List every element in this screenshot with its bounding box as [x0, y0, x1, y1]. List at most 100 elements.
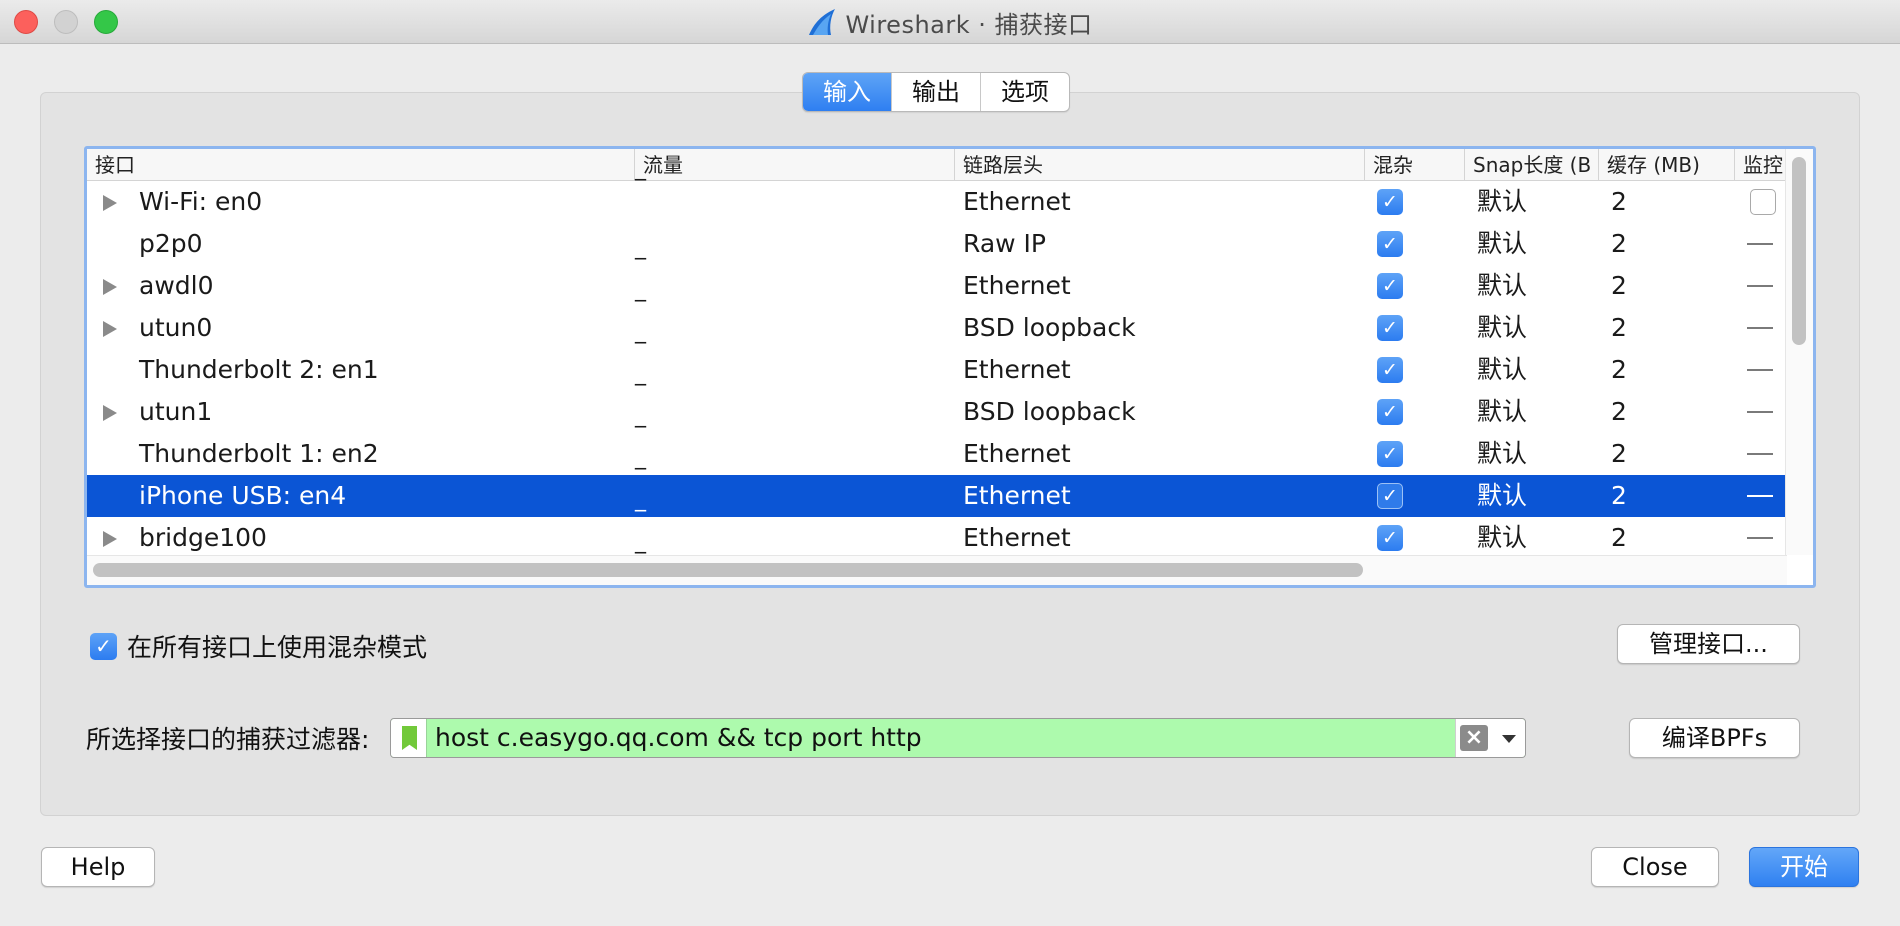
link-layer-header[interactable]: Ethernet — [963, 349, 1071, 391]
monitor-unavailable-dash — [1747, 369, 1773, 371]
table-row[interactable]: p2p0 _ Raw IP ✓ 默认 2 — [87, 223, 1787, 265]
tab-bar: 输入 输出 选项 — [802, 72, 1070, 112]
compile-bpf-button[interactable]: 编译BPFs — [1629, 718, 1800, 758]
window-title: Wireshark · 捕获接口 — [0, 6, 1900, 39]
close-button[interactable]: Close — [1591, 847, 1719, 887]
monitor-unavailable-dash — [1747, 453, 1773, 455]
interface-table[interactable]: 接口 流量 链路层头 混杂 Snap长度 (B 缓存 (MB) 监控 Wi-Fi… — [84, 146, 1816, 588]
column-header-traffic[interactable]: 流量 — [635, 149, 955, 181]
promiscuous-checkbox[interactable]: ✓ — [1377, 441, 1403, 467]
buffer-value[interactable]: 2 — [1611, 475, 1627, 517]
promiscuous-checkbox[interactable]: ✓ — [1377, 315, 1403, 341]
snaplen-value[interactable]: 默认 — [1477, 391, 1527, 433]
wireshark-fin-icon — [809, 9, 836, 35]
disclosure-triangle-icon[interactable] — [103, 531, 117, 547]
disclosure-triangle-icon[interactable] — [103, 195, 117, 211]
vertical-scrollbar[interactable] — [1785, 149, 1813, 555]
snaplen-value[interactable]: 默认 — [1477, 307, 1527, 349]
tab-options[interactable]: 选项 — [981, 73, 1069, 111]
table-row[interactable]: Thunderbolt 1: en2 _ Ethernet ✓ 默认 2 — [87, 433, 1787, 475]
interface-name: iPhone USB: en4 — [139, 481, 347, 510]
link-layer-header[interactable]: Ethernet — [963, 181, 1071, 223]
manage-interfaces-button[interactable]: 管理接口... — [1617, 624, 1800, 664]
snaplen-value[interactable]: 默认 — [1477, 433, 1527, 475]
buffer-value[interactable]: 2 — [1611, 391, 1627, 433]
link-layer-header[interactable]: Ethernet — [963, 475, 1071, 517]
promiscuous-checkbox[interactable]: ✓ — [1377, 189, 1403, 215]
column-header-link-layer[interactable]: 链路层头 — [955, 149, 1365, 181]
link-layer-header[interactable]: Ethernet — [963, 433, 1071, 475]
table-row-selected[interactable]: iPhone USB: en4 _ Ethernet ✓ 默认 2 — [87, 475, 1787, 517]
table-row[interactable]: awdl0 _ Ethernet ✓ 默认 2 — [87, 265, 1787, 307]
link-layer-header[interactable]: Raw IP — [963, 223, 1046, 265]
monitor-unavailable-dash — [1747, 243, 1773, 245]
monitor-mode-checkbox[interactable] — [1750, 189, 1776, 215]
monitor-unavailable-dash — [1747, 537, 1773, 539]
capture-filter-input[interactable]: host c.easygo.qq.com && tcp port http — [435, 719, 922, 757]
table-row[interactable]: utun1 _ BSD loopback ✓ 默认 2 — [87, 391, 1787, 433]
table-header: 接口 流量 链路层头 混杂 Snap长度 (B 缓存 (MB) 监控 — [87, 149, 1787, 181]
buffer-value[interactable]: 2 — [1611, 265, 1627, 307]
disclosure-triangle-icon[interactable] — [103, 321, 117, 337]
buffer-value[interactable]: 2 — [1611, 517, 1627, 559]
promiscuous-all-option[interactable]: ✓ 在所有接口上使用混杂模式 — [90, 628, 427, 664]
promiscuous-checkbox[interactable]: ✓ — [1377, 273, 1403, 299]
column-header-monitor[interactable]: 监控 — [1735, 149, 1787, 181]
link-layer-header[interactable]: Ethernet — [963, 265, 1071, 307]
chevron-down-icon[interactable] — [1502, 735, 1516, 743]
table-row[interactable]: bridge100 _ Ethernet ✓ 默认 2 — [87, 517, 1787, 559]
column-header-snaplen[interactable]: Snap长度 (B — [1465, 149, 1599, 181]
promiscuous-checkbox[interactable]: ✓ — [1377, 231, 1403, 257]
title-bar: Wireshark · 捕获接口 — [0, 0, 1900, 44]
snaplen-value[interactable]: 默认 — [1477, 223, 1527, 265]
column-header-promiscuous[interactable]: 混杂 — [1365, 149, 1465, 181]
disclosure-triangle-icon[interactable] — [103, 279, 117, 295]
buffer-value[interactable]: 2 — [1611, 223, 1627, 265]
traffic-sparkline: _ — [635, 487, 646, 512]
help-button[interactable]: Help — [41, 847, 155, 887]
buffer-value[interactable]: 2 — [1611, 307, 1627, 349]
link-layer-header[interactable]: Ethernet — [963, 517, 1071, 559]
snaplen-value[interactable]: 默认 — [1477, 181, 1527, 223]
promiscuous-checkbox[interactable]: ✓ — [1377, 483, 1403, 509]
interface-name: bridge100 — [139, 523, 267, 552]
buffer-value[interactable]: 2 — [1611, 181, 1627, 223]
traffic-sparkline: _ — [635, 403, 646, 428]
buffer-value[interactable]: 2 — [1611, 349, 1627, 391]
promiscuous-checkbox[interactable]: ✓ — [1377, 399, 1403, 425]
clear-x-icon[interactable]: × — [1460, 725, 1488, 751]
vertical-scroll-thumb[interactable] — [1792, 157, 1806, 345]
traffic-sparkline: _ — [635, 445, 646, 470]
snaplen-value[interactable]: 默认 — [1477, 475, 1527, 517]
tab-output[interactable]: 输出 — [892, 73, 981, 111]
horizontal-scrollbar[interactable] — [87, 555, 1787, 585]
snaplen-value[interactable]: 默认 — [1477, 349, 1527, 391]
table-row[interactable]: utun0 _ BSD loopback ✓ 默认 2 — [87, 307, 1787, 349]
capture-filter-field[interactable]: host c.easygo.qq.com && tcp port http × — [390, 718, 1526, 758]
tab-input[interactable]: 输入 — [803, 73, 892, 111]
monitor-unavailable-dash — [1747, 285, 1773, 287]
promiscuous-all-checkbox[interactable]: ✓ — [90, 632, 117, 660]
column-header-buffer[interactable]: 缓存 (MB) — [1599, 149, 1735, 181]
link-layer-header[interactable]: BSD loopback — [963, 307, 1136, 349]
promiscuous-all-label: 在所有接口上使用混杂模式 — [127, 633, 428, 662]
interface-name: Thunderbolt 2: en1 — [139, 355, 379, 384]
link-layer-header[interactable]: BSD loopback — [963, 391, 1136, 433]
filter-bookmark-button[interactable] — [391, 719, 427, 757]
horizontal-scroll-thumb[interactable] — [93, 563, 1363, 577]
traffic-sparkline: _ — [635, 361, 646, 386]
column-header-interface[interactable]: 接口 — [87, 149, 635, 181]
start-capture-button[interactable]: 开始 — [1749, 847, 1859, 887]
table-row[interactable]: Wi-Fi: en0 ‾ Ethernet ✓ 默认 2 — [87, 177, 1787, 223]
disclosure-triangle-icon[interactable] — [103, 405, 117, 421]
promiscuous-checkbox[interactable]: ✓ — [1377, 357, 1403, 383]
promiscuous-checkbox[interactable]: ✓ — [1377, 525, 1403, 551]
buffer-value[interactable]: 2 — [1611, 433, 1627, 475]
table-row[interactable]: Thunderbolt 2: en1 _ Ethernet ✓ 默认 2 — [87, 349, 1787, 391]
interface-name: Wi-Fi: en0 — [139, 187, 263, 216]
traffic-sparkline: ‾ — [635, 177, 646, 202]
traffic-sparkline: _ — [635, 319, 646, 344]
table-rows: Wi-Fi: en0 ‾ Ethernet ✓ 默认 2 p2p0 _ Raw … — [87, 177, 1787, 559]
snaplen-value[interactable]: 默认 — [1477, 517, 1527, 559]
snaplen-value[interactable]: 默认 — [1477, 265, 1527, 307]
